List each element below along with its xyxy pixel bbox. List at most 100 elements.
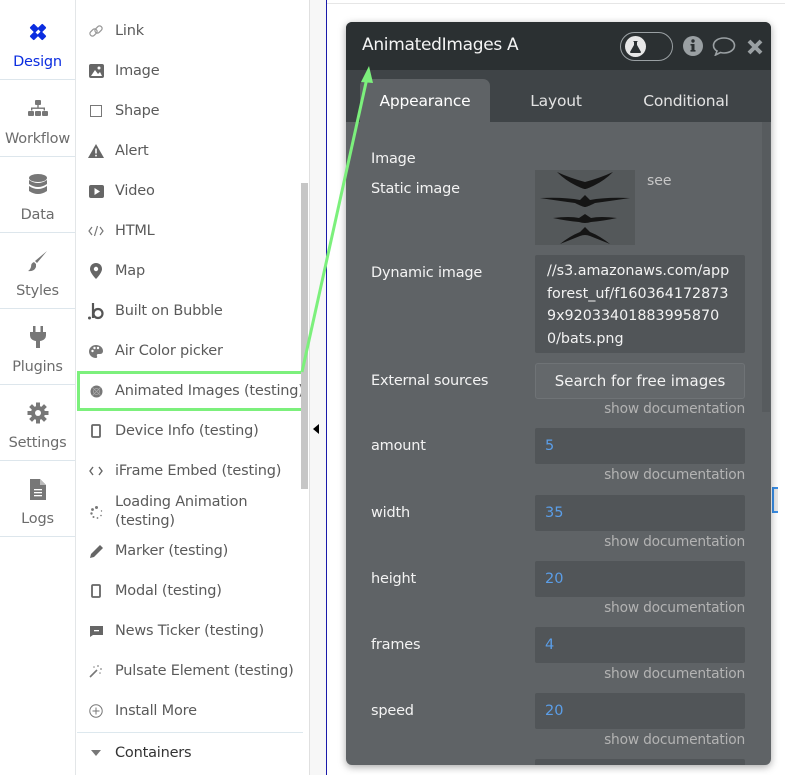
mobile-icon <box>77 424 115 438</box>
speed-input[interactable]: 20 <box>535 693 745 729</box>
height-input[interactable]: 20 <box>535 561 745 597</box>
page-boundary-line <box>326 0 327 775</box>
see-image-link[interactable]: see <box>647 173 672 189</box>
section-containers[interactable]: Containers <box>77 733 302 773</box>
element-palette: Link Image Shape Alert Video HTML Map Bu… <box>77 0 308 775</box>
palette-item-iframe-embed[interactable]: iFrame Embed (testing) <box>77 451 302 491</box>
database-icon <box>26 173 50 197</box>
nav-label: Styles <box>16 283 59 299</box>
palette-item-label: Image <box>115 62 160 79</box>
play-icon <box>77 184 115 198</box>
palette-item-alert[interactable]: Alert <box>77 131 302 171</box>
close-icon[interactable] <box>747 39 763 59</box>
plugin-ball-icon <box>77 385 115 398</box>
image-icon <box>77 64 115 78</box>
warning-icon <box>77 144 115 158</box>
map-pin-icon <box>77 263 115 279</box>
angle-brackets-icon <box>77 466 115 476</box>
show-documentation-link[interactable]: show documentation <box>604 600 745 616</box>
palette-scrollbar[interactable] <box>301 183 308 489</box>
palette-item-label: HTML <box>115 222 155 239</box>
info-icon[interactable] <box>683 36 703 60</box>
palette-item-link[interactable]: Link <box>77 11 302 51</box>
selected-element-handle[interactable] <box>772 487 778 513</box>
show-documentation-link[interactable]: show documentation <box>604 666 745 682</box>
external-sources-label: External sources <box>371 373 489 389</box>
palette-item-label: Device Info (testing) <box>115 422 259 439</box>
tab-appearance[interactable]: Appearance <box>360 79 490 122</box>
palette-item-label: Video <box>115 182 155 199</box>
palette-item-label: Map <box>115 262 146 279</box>
editor-title: AnimatedImages A <box>362 35 519 55</box>
nav-item-styles[interactable]: Styles <box>0 233 75 309</box>
static-image-thumbnail[interactable] <box>535 170 635 245</box>
test-mode-toggle[interactable] <box>620 32 673 61</box>
magic-wand-icon <box>77 664 115 678</box>
show-documentation-link[interactable]: show documentation <box>604 732 745 748</box>
next-field-input[interactable] <box>535 759 745 765</box>
palette-item-modal[interactable]: Modal (testing) <box>77 571 302 611</box>
static-image-label: Static image <box>371 181 460 197</box>
palette-item-label: Modal (testing) <box>115 582 222 599</box>
palette-item-marker[interactable]: Marker (testing) <box>77 531 302 571</box>
show-documentation-link[interactable]: show documentation <box>604 467 745 483</box>
palette-item-label: Animated Images (testing) <box>115 382 304 399</box>
dynamic-image-input[interactable]: //s3.amazonaws.com/appforest_uf/f1603641… <box>535 255 745 353</box>
section-label-image: Image <box>371 151 416 167</box>
nav-label: Logs <box>21 511 54 527</box>
section-label: Containers <box>115 744 192 761</box>
nav-item-logs[interactable]: Logs <box>0 461 75 537</box>
editor-scrollbar[interactable] <box>762 122 770 412</box>
nav-item-data[interactable]: Data <box>0 157 75 233</box>
canvas-gutter <box>309 0 326 775</box>
show-documentation-link[interactable]: show documentation <box>604 401 745 417</box>
canvas-top-border <box>326 3 785 4</box>
square-icon <box>77 105 115 117</box>
palette-item-built-on-bubble[interactable]: Built on Bubble <box>77 291 302 331</box>
palette-item-loading-animation[interactable]: Loading Animation (testing) <box>77 491 302 533</box>
link-icon <box>77 23 115 39</box>
nav-item-plugins[interactable]: Plugins <box>0 309 75 385</box>
show-documentation-link[interactable]: show documentation <box>604 534 745 550</box>
flask-icon <box>625 36 646 57</box>
palette-item-air-color-picker[interactable]: Air Color picker <box>77 331 302 371</box>
tab-conditional[interactable]: Conditional <box>621 79 751 122</box>
palette-item-html[interactable]: HTML <box>77 211 302 251</box>
field-label-width: width <box>371 505 410 521</box>
nav-item-design[interactable]: Design <box>0 4 75 80</box>
nav-item-settings[interactable]: Settings <box>0 385 75 461</box>
nav-item-workflow[interactable]: Workflow <box>0 81 75 157</box>
palette-item-news-ticker[interactable]: News Ticker (testing) <box>77 611 302 651</box>
palette-item-label: Built on Bubble <box>115 302 223 319</box>
palette-item-label: Pulsate Element (testing) <box>115 662 294 679</box>
caret-down-icon <box>77 750 115 756</box>
code-icon <box>77 225 115 237</box>
amount-input[interactable]: 5 <box>535 428 745 464</box>
property-editor: AnimatedImages A Appearance Layout Condi… <box>346 22 771 765</box>
field-label-frames: frames <box>371 637 421 653</box>
palette-item-label: Link <box>115 22 144 39</box>
palette-item-label: Install More <box>115 702 197 719</box>
palette-item-shape[interactable]: Shape <box>77 91 302 131</box>
palette-item-animated-images[interactable]: Animated Images (testing) <box>77 371 304 411</box>
field-label-height: height <box>371 571 417 587</box>
comment-icon[interactable] <box>712 37 736 60</box>
palette-item-label: Loading Animation (testing) <box>115 494 248 529</box>
palette-item-pulsate-element[interactable]: Pulsate Element (testing) <box>77 651 302 691</box>
pencil-icon <box>77 544 115 558</box>
palette-item-device-info[interactable]: Device Info (testing) <box>77 411 302 451</box>
install-more-button[interactable]: Install More <box>77 691 302 731</box>
width-input[interactable]: 35 <box>535 495 745 531</box>
frames-input[interactable]: 4 <box>535 627 745 663</box>
palette-item-label: News Ticker (testing) <box>115 622 264 639</box>
comment-icon <box>77 625 115 637</box>
design-pencil-ruler-icon <box>26 20 50 44</box>
collapse-palette-arrow-icon[interactable] <box>313 424 319 434</box>
palette-item-video[interactable]: Video <box>77 171 302 211</box>
field-label-speed: speed <box>371 703 414 719</box>
tab-layout[interactable]: Layout <box>491 79 621 122</box>
field-label-amount: amount <box>371 438 426 454</box>
search-free-images-button[interactable]: Search for free images <box>535 363 745 399</box>
palette-item-map[interactable]: Map <box>77 251 302 291</box>
palette-item-image[interactable]: Image <box>77 51 302 91</box>
